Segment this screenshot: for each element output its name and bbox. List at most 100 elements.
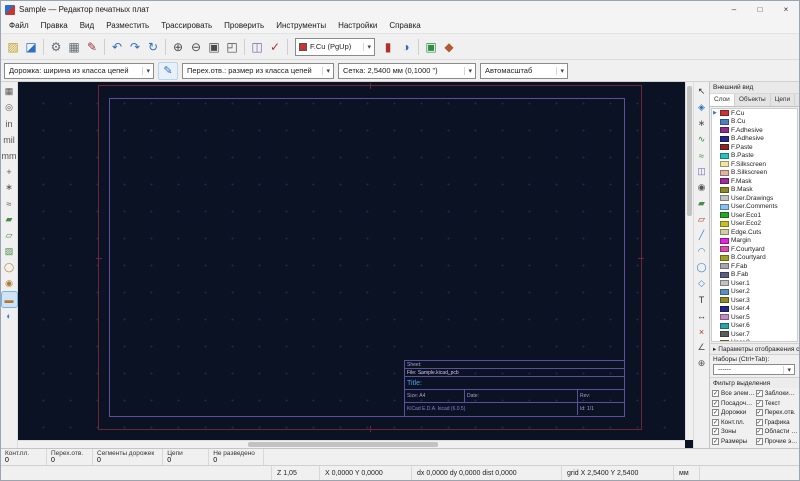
layer-color-swatch[interactable] xyxy=(720,186,729,193)
board-setup-icon[interactable]: ⚙ xyxy=(47,37,65,57)
checkbox-icon[interactable]: ✓ xyxy=(712,409,719,417)
layer-color-swatch[interactable] xyxy=(720,254,729,261)
maximize-button[interactable]: □ xyxy=(747,1,773,18)
select-tool-icon[interactable]: ↖ xyxy=(694,84,709,99)
filter-item[interactable]: ✓ Посадочные м... xyxy=(712,399,755,409)
layer-color-swatch[interactable] xyxy=(720,144,729,151)
layer-manager-icon[interactable]: ▮ xyxy=(379,37,397,57)
filter-item[interactable]: ✓ Все элементы xyxy=(712,389,755,399)
checkbox-icon[interactable]: ✓ xyxy=(712,390,719,398)
filter-item[interactable]: ✓ Конт.пл. xyxy=(712,418,755,428)
layer-color-swatch[interactable] xyxy=(720,280,729,287)
cursor-shape-icon[interactable]: + xyxy=(2,164,17,179)
layer-row[interactable]: ▶ B.Adhesive xyxy=(712,135,797,144)
grid-visibility-icon[interactable]: ▦ xyxy=(2,84,17,99)
canvas-horizontal-scrollbar[interactable] xyxy=(18,440,685,448)
units-mils-icon[interactable]: mil xyxy=(2,132,17,147)
appearance-panel-caption[interactable]: Внешний вид xyxy=(710,82,799,94)
save-icon[interactable]: ◪ xyxy=(22,37,40,57)
units-mm-icon[interactable]: mm xyxy=(2,148,17,163)
layer-row[interactable]: ▶ User.Eco2 xyxy=(712,220,797,229)
layer-display-options-section[interactable]: ▸ Параметры отображения сло... xyxy=(710,343,799,354)
vias-outline-icon[interactable]: ◉ xyxy=(2,276,17,291)
layer-row[interactable]: ▶ User.1 xyxy=(712,279,797,288)
zoom-in-icon[interactable]: ⊕ xyxy=(169,37,187,57)
checkbox-icon[interactable]: ✓ xyxy=(712,437,719,445)
layer-color-swatch[interactable] xyxy=(720,288,729,295)
filter-item[interactable]: ✓ Заблокирован... xyxy=(755,389,798,399)
layer-color-swatch[interactable] xyxy=(720,152,729,159)
layer-row[interactable]: ▶ B.Cu xyxy=(712,118,797,127)
layer-row[interactable]: ▶ F.Paste xyxy=(712,143,797,152)
layer-row[interactable]: ▶ User.6 xyxy=(712,322,797,331)
add-footprint-icon[interactable]: ◫ xyxy=(694,164,709,179)
add-via-icon[interactable]: ◉ xyxy=(694,180,709,195)
refresh-icon[interactable]: ↻ xyxy=(144,37,162,57)
units-inches-icon[interactable]: in xyxy=(2,116,17,131)
route-diff-pair-icon[interactable]: ≈ xyxy=(694,148,709,163)
edit-predefined-sizes-icon[interactable]: ✎ xyxy=(158,61,178,80)
plugins-icon[interactable]: ◆ xyxy=(440,37,458,57)
pads-outline-icon[interactable]: ◯ xyxy=(2,260,17,275)
layer-color-swatch[interactable] xyxy=(720,127,729,134)
layer-color-swatch[interactable] xyxy=(720,229,729,236)
checkbox-icon[interactable]: ✓ xyxy=(755,418,763,426)
layer-row[interactable]: ▶ User.7 xyxy=(712,330,797,339)
layer-row[interactable]: ▶ B.Mask xyxy=(712,186,797,195)
layer-row[interactable]: ▶ B.Courtyard xyxy=(712,254,797,263)
tab-objects[interactable]: Объекты xyxy=(735,94,771,106)
layer-row[interactable]: ▶ F.Mask xyxy=(712,177,797,186)
zone-display-filled-icon[interactable]: ▰ xyxy=(2,212,17,227)
layer-row[interactable]: ▶ B.Paste xyxy=(712,152,797,161)
checkbox-icon[interactable]: ✓ xyxy=(755,428,763,436)
filter-item[interactable]: ✓ Перех.отв. xyxy=(755,408,799,418)
add-arc-icon[interactable]: ◠ xyxy=(694,244,709,259)
layer-row[interactable]: ▶ F.Fab xyxy=(712,262,797,271)
undo-icon[interactable]: ↶ xyxy=(108,37,126,57)
drill-origin-icon[interactable]: ⊕ xyxy=(694,356,709,371)
layer-color-swatch[interactable] xyxy=(720,203,729,210)
tracks-outline-icon[interactable]: ▬ xyxy=(0,291,18,308)
open-board-icon[interactable]: ▨ xyxy=(4,37,22,57)
layer-color-swatch[interactable] xyxy=(720,220,729,227)
menu-preferences[interactable]: Настройки xyxy=(332,18,383,33)
layer-color-swatch[interactable] xyxy=(720,297,729,304)
filter-item[interactable]: ✓ Дорожки xyxy=(712,408,755,418)
menu-view[interactable]: Вид xyxy=(74,18,100,33)
zone-display-fracture-icon[interactable]: ▨ xyxy=(2,244,17,259)
checkbox-icon[interactable]: ✓ xyxy=(755,409,763,417)
layer-color-swatch[interactable] xyxy=(720,118,729,125)
ratsnest-visibility-icon[interactable]: ∗ xyxy=(2,180,17,195)
menu-tools[interactable]: Инструменты xyxy=(270,18,332,33)
layer-row[interactable]: ▶ Margin xyxy=(712,237,797,246)
ratsnest-curved-icon[interactable]: ≈ xyxy=(2,196,17,211)
tab-nets[interactable]: Цепи xyxy=(771,94,796,106)
delete-tool-icon[interactable]: × xyxy=(694,324,709,339)
high-contrast-icon[interactable]: ◑ xyxy=(397,37,415,57)
layer-row[interactable]: ▶ User.Eco1 xyxy=(712,211,797,220)
redo-icon[interactable]: ↷ xyxy=(126,37,144,57)
layer-row[interactable]: ▶ User.4 xyxy=(712,305,797,314)
checkbox-icon[interactable]: ✓ xyxy=(712,418,719,426)
zoom-select[interactable]: Автомасштаб ▾ xyxy=(480,62,568,79)
horizontal-scroll-thumb[interactable] xyxy=(248,442,438,447)
filter-item[interactable]: ✓ Текст xyxy=(755,399,799,409)
title-bar[interactable]: Sample — Редактор печатных плат – □ × xyxy=(1,1,799,18)
zoom-fit-icon[interactable]: ▣ xyxy=(205,37,223,57)
grid-select[interactable]: Сетка: 2,5400 мм (0,1000 ") ▾ xyxy=(338,62,476,79)
layer-row[interactable]: ▶ B.Fab xyxy=(712,271,797,280)
layer-color-swatch[interactable] xyxy=(720,271,729,278)
layer-row[interactable]: ▶ F.Cu xyxy=(712,109,797,118)
layer-row[interactable]: ▶ B.Silkscreen xyxy=(712,169,797,178)
zoom-selection-icon[interactable]: ◰ xyxy=(223,37,241,57)
layer-row[interactable]: ▶ F.Courtyard xyxy=(712,245,797,254)
layer-color-swatch[interactable] xyxy=(720,169,729,176)
menu-help[interactable]: Справка xyxy=(383,18,426,33)
polar-coordinates-icon[interactable]: ◎ xyxy=(2,100,17,115)
menu-file[interactable]: Файл xyxy=(3,18,35,33)
layer-color-swatch[interactable] xyxy=(720,178,729,185)
print-icon[interactable]: ▦ xyxy=(65,37,83,57)
checkbox-icon[interactable]: ✓ xyxy=(712,428,719,436)
measure-tool-icon[interactable]: ∠ xyxy=(694,340,709,355)
layer-color-swatch[interactable] xyxy=(720,314,729,321)
